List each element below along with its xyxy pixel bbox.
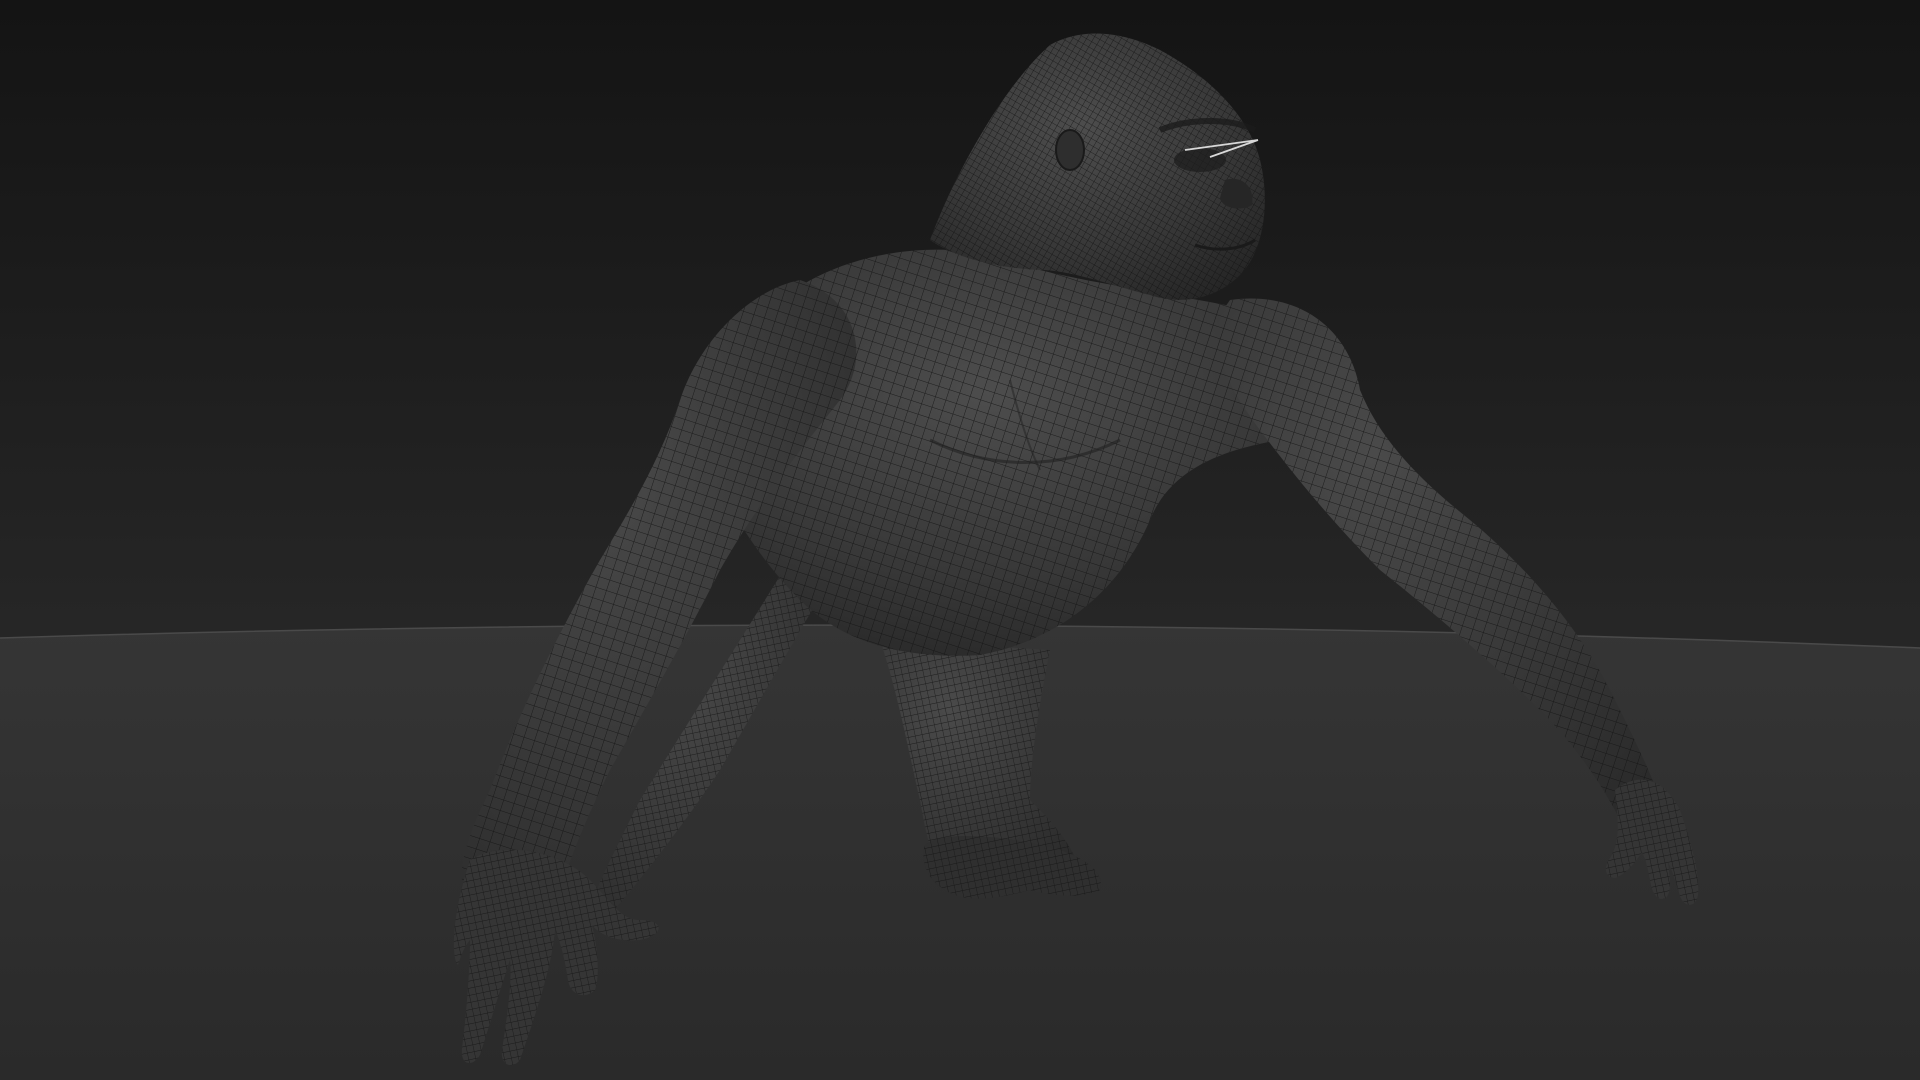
ear [1055,129,1085,171]
3d-viewport[interactable] [0,0,1920,1080]
viewport-scene[interactable] [0,0,1920,1080]
head [930,33,1265,300]
